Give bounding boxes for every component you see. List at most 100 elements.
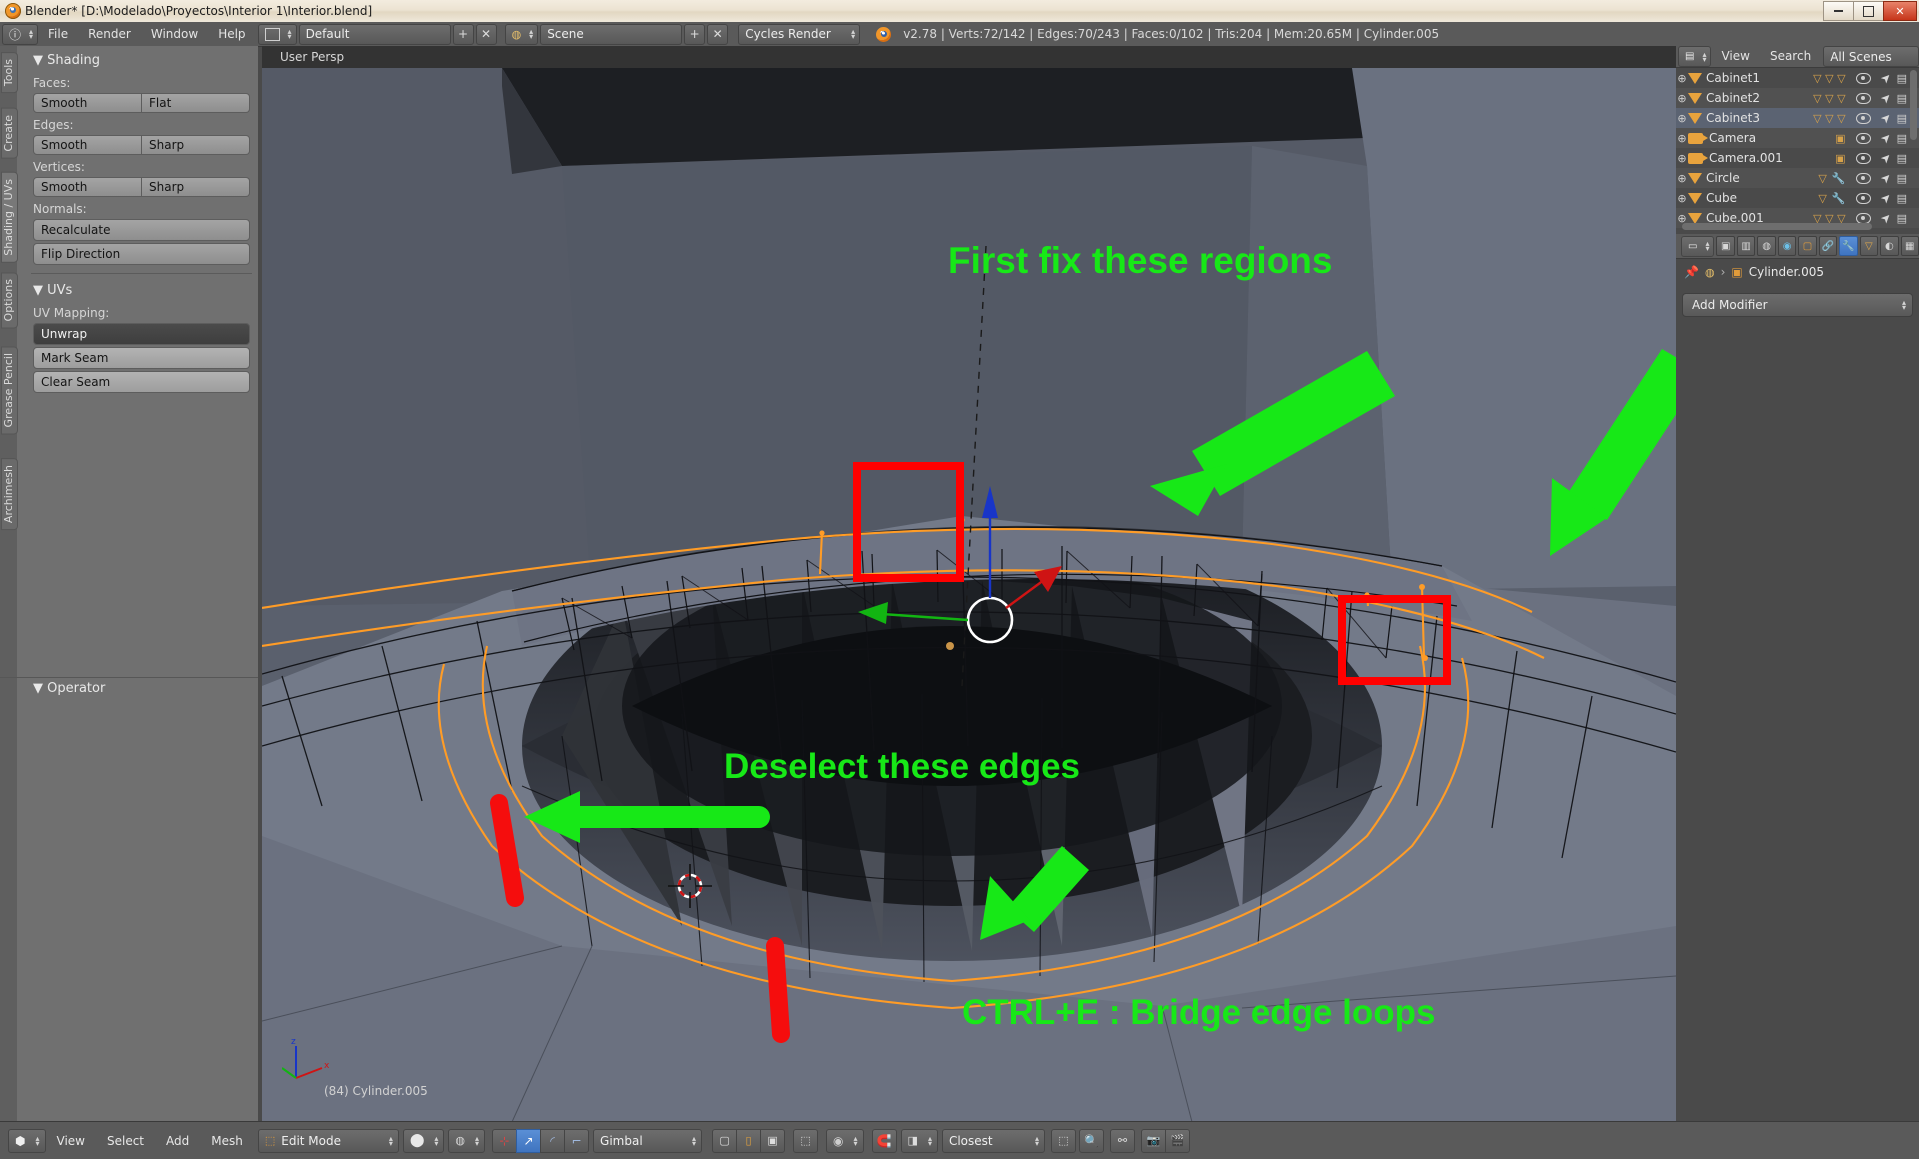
tab-scene-icon[interactable]: ◍ [1757, 236, 1776, 256]
viewport-shading-dropdown[interactable]: ⬤ ▴ ▾ [402, 1128, 445, 1153]
outliner-row[interactable]: ⊕ Camera ▣ ➤ ▤ [1676, 128, 1919, 148]
expand-toggle-icon[interactable]: ⊕ [1676, 132, 1688, 145]
vertices-smooth-button[interactable]: Smooth [33, 177, 142, 197]
renderability-toggle-icon[interactable]: ▤ [1897, 92, 1907, 105]
renderability-toggle-icon[interactable]: ▤ [1897, 172, 1907, 185]
selectability-toggle-icon[interactable]: ➤ [1877, 189, 1894, 206]
expand-toggle-icon[interactable]: ⊕ [1676, 152, 1688, 165]
footer-editor-type[interactable]: ⬢ ▴ ▾ [8, 1128, 46, 1153]
footer-menu-select[interactable]: Select [96, 1134, 155, 1148]
tab-shading-uvs[interactable]: Shading / UVs [1, 172, 18, 263]
selectability-toggle-icon[interactable]: ➤ [1877, 109, 1894, 126]
properties-editor-type[interactable]: ▭ ▴ ▾ [1681, 235, 1715, 257]
visibility-toggle-icon[interactable] [1855, 72, 1871, 84]
outliner-row[interactable]: ⊕ Cabinet1 ▽ ▽ ▽ ➤ ▤ [1676, 68, 1919, 88]
renderability-toggle-icon[interactable]: ▤ [1897, 212, 1907, 225]
renderability-toggle-icon[interactable]: ▤ [1897, 152, 1907, 165]
renderability-toggle-icon[interactable]: ▤ [1897, 72, 1907, 85]
menu-help[interactable]: Help [208, 22, 255, 46]
face-select-mode-icon[interactable]: ▣ [760, 1128, 786, 1153]
tab-data-icon[interactable]: ▽ [1859, 236, 1879, 256]
scene-icon[interactable]: ◍ ▴ ▾ [504, 23, 539, 45]
render-image-icon[interactable]: 📷 [1140, 1128, 1166, 1153]
selectability-toggle-icon[interactable]: ➤ [1877, 149, 1894, 166]
viewport-3d[interactable]: User Persp (84) Cylinder.005 z x First f… [262, 46, 1676, 1122]
snap-element-dropdown[interactable]: ◨ ▴ ▾ [900, 1128, 938, 1153]
minimize-button[interactable] [1823, 1, 1854, 21]
expand-toggle-icon[interactable]: ⊕ [1676, 192, 1688, 205]
tab-modifier-icon[interactable]: 🔧 [1839, 236, 1858, 256]
unwrap-button[interactable]: Unwrap [33, 323, 250, 345]
outliner-row[interactable]: ⊕ Cabinet2 ▽ ▽ ▽ ➤ ▤ [1676, 88, 1919, 108]
faces-flat-button[interactable]: Flat [142, 93, 250, 113]
delete-scene-button[interactable]: ✕ [707, 23, 729, 45]
outliner-scrollbar-vertical[interactable] [1910, 70, 1917, 140]
outliner-row[interactable]: ⊕ Camera.001 ▣ ➤ ▤ [1676, 148, 1919, 168]
operator-panel-title[interactable]: ▼ Operator [0, 678, 258, 701]
new-scene-button[interactable]: + [684, 23, 706, 45]
edges-smooth-button[interactable]: Smooth [33, 135, 142, 155]
faces-smooth-button[interactable]: Smooth [33, 93, 142, 113]
delete-screen-button[interactable]: ✕ [475, 23, 497, 45]
rotate-manipulator-icon[interactable]: ◜ [540, 1128, 566, 1153]
selectability-toggle-icon[interactable]: ➤ [1877, 69, 1894, 86]
pivot-point-icon[interactable]: ⚯ [1109, 1128, 1135, 1153]
hide-unselected-icon[interactable]: 🔍 [1078, 1128, 1104, 1153]
tab-tools[interactable]: Tools [1, 52, 18, 94]
visibility-toggle-icon[interactable] [1855, 152, 1871, 164]
shading-panel-title[interactable]: ▼ Shading [25, 50, 258, 73]
expand-toggle-icon[interactable]: ⊕ [1676, 172, 1688, 185]
tab-world-icon[interactable]: ◉ [1777, 236, 1797, 256]
outliner-scrollbar-horizontal[interactable] [1682, 223, 1872, 230]
tab-texture-icon[interactable]: ▦ [1900, 236, 1919, 256]
vertices-sharp-button[interactable]: Sharp [142, 177, 250, 197]
outliner-view-menu[interactable]: View [1711, 46, 1759, 67]
recalculate-normals-button[interactable]: Recalculate [33, 219, 250, 241]
pin-icon[interactable]: 📌 [1684, 265, 1699, 279]
tab-grease-pencil[interactable]: Grease Pencil [1, 346, 18, 435]
vertex-select-mode-icon[interactable]: ▢ [712, 1128, 738, 1153]
visibility-toggle-icon[interactable] [1855, 172, 1871, 184]
outliner-row[interactable]: ⊕ Cube ▽ 🔧 ➤ ▤ [1676, 188, 1919, 208]
footer-menu-mesh[interactable]: Mesh [200, 1134, 254, 1148]
visibility-toggle-icon[interactable] [1855, 192, 1871, 204]
uvs-panel-title[interactable]: ▼ UVs [25, 280, 258, 303]
menu-file[interactable]: File [38, 22, 78, 46]
selectability-toggle-icon[interactable]: ➤ [1877, 169, 1894, 186]
footer-menu-view[interactable]: View [46, 1134, 96, 1148]
flip-direction-button[interactable]: Flip Direction [33, 243, 250, 265]
expand-toggle-icon[interactable]: ⊕ [1676, 72, 1688, 85]
occlude-geometry-icon[interactable]: ⬚ [1050, 1128, 1076, 1153]
tab-create[interactable]: Create [1, 108, 18, 159]
snap-magnet-icon[interactable]: 🧲 [871, 1128, 897, 1153]
scale-manipulator-icon[interactable]: ⌐ [564, 1128, 590, 1153]
visibility-toggle-icon[interactable] [1855, 132, 1871, 144]
add-modifier-dropdown[interactable]: Add Modifier ▴ ▾ [1682, 293, 1913, 317]
restore-button[interactable] [1853, 1, 1884, 21]
clear-seam-button[interactable]: Clear Seam [33, 371, 250, 393]
selectability-toggle-icon[interactable]: ➤ [1877, 129, 1894, 146]
edges-sharp-button[interactable]: Sharp [142, 135, 250, 155]
outliner-display-mode[interactable]: All Scenes [1823, 46, 1919, 67]
renderability-toggle-icon[interactable]: ▤ [1897, 112, 1907, 125]
snap-target-dropdown[interactable]: Closest ▴ ▾ [941, 1128, 1045, 1153]
render-animation-icon[interactable]: 🎬 [1164, 1128, 1190, 1153]
manipulator-toggle-icon[interactable]: ⊹ [492, 1128, 518, 1153]
mark-seam-button[interactable]: Mark Seam [33, 347, 250, 369]
scene-dropdown[interactable]: Scene [540, 23, 683, 45]
new-screen-button[interactable]: + [452, 23, 474, 45]
selectability-toggle-icon[interactable]: ➤ [1877, 89, 1894, 106]
tab-render-icon[interactable]: ▣ [1716, 236, 1735, 256]
transform-orientation-dropdown[interactable]: Gimbal ▴ ▾ [593, 1128, 703, 1153]
tab-archimesh[interactable]: Archimesh [1, 458, 18, 531]
selectability-toggle-icon[interactable]: ➤ [1877, 209, 1894, 226]
limit-to-visible-icon[interactable]: ⬚ [793, 1128, 819, 1153]
visibility-toggle-icon[interactable] [1855, 92, 1871, 104]
expand-toggle-icon[interactable]: ⊕ [1676, 92, 1688, 105]
outliner-row[interactable]: ⊕ Circle ▽ 🔧 ➤ ▤ [1676, 168, 1919, 188]
render-engine-dropdown[interactable]: Cycles Render ▴ ▾ [738, 23, 861, 45]
renderability-toggle-icon[interactable]: ▤ [1897, 192, 1907, 205]
tab-options[interactable]: Options [1, 272, 18, 329]
editor-type-selector[interactable]: ⓘ ▴ ▾ [2, 23, 39, 45]
tab-constraints-icon[interactable]: 🔗 [1818, 236, 1838, 256]
